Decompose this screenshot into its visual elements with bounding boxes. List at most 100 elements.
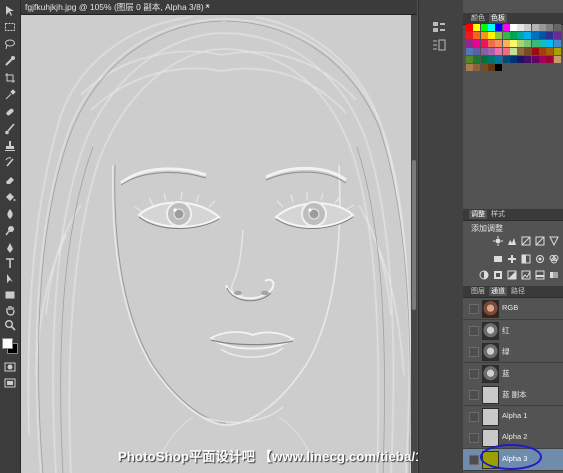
color-swatch[interactable] <box>480 48 488 55</box>
color-swatch[interactable] <box>502 48 510 55</box>
photo-filter-icon[interactable] <box>535 254 545 264</box>
color-swatch[interactable] <box>466 48 473 55</box>
channel-row[interactable]: Alpha 1 <box>463 405 563 428</box>
move-tool-icon[interactable] <box>3 4 17 18</box>
color-swatch[interactable] <box>466 32 473 39</box>
document-tab[interactable]: fgjfkuhjkjh.jpg @ 105% (图层 0 副本, Alpha 3… <box>21 0 417 15</box>
color-swatch[interactable] <box>509 48 517 55</box>
color-swatch[interactable] <box>495 40 503 47</box>
type-tool-icon[interactable] <box>3 256 17 270</box>
color-swatch[interactable] <box>502 32 510 39</box>
color-swatch[interactable] <box>480 40 488 47</box>
color-swatch[interactable] <box>473 40 481 47</box>
foreground-color-swatch[interactable] <box>2 338 13 349</box>
canvas-image[interactable] <box>21 15 417 473</box>
color-swatch[interactable] <box>473 48 481 55</box>
healing-brush-tool-icon[interactable] <box>3 105 17 119</box>
eyedropper-tool-icon[interactable] <box>3 88 17 102</box>
color-swatch[interactable] <box>553 48 561 55</box>
threshold-icon[interactable] <box>535 270 545 280</box>
clone-stamp-tool-icon[interactable] <box>3 139 17 153</box>
marquee-tool-icon[interactable] <box>3 20 17 34</box>
color-swatch[interactable] <box>480 64 488 71</box>
tab-channels[interactable]: 通道 <box>489 287 507 296</box>
visibility-eye-icon[interactable] <box>469 304 479 314</box>
hue-saturation-icon[interactable] <box>493 254 503 264</box>
gradient-map-icon[interactable] <box>549 270 559 280</box>
tab-adjustments[interactable]: 调整 <box>469 210 487 219</box>
visibility-eye-icon[interactable] <box>469 347 479 357</box>
color-swatch[interactable] <box>495 64 503 71</box>
brush-tool-icon[interactable] <box>3 122 17 136</box>
crop-tool-icon[interactable] <box>3 71 17 85</box>
color-swatch[interactable] <box>531 24 539 31</box>
tab-swatches[interactable]: 色板 <box>489 14 507 23</box>
color-swatch[interactable] <box>495 32 503 39</box>
visibility-eye-icon[interactable] <box>469 325 479 336</box>
tab-paths[interactable]: 路径 <box>509 287 527 296</box>
channel-row[interactable]: 绿 <box>463 341 563 363</box>
color-lookup-icon[interactable] <box>493 270 503 280</box>
color-balance-icon[interactable] <box>507 254 517 264</box>
channel-mixer-icon[interactable] <box>549 254 559 264</box>
color-swatch[interactable] <box>517 56 525 63</box>
close-tab-icon[interactable]: × <box>205 1 210 11</box>
quick-select-tool-icon[interactable] <box>3 54 17 68</box>
invert-icon[interactable] <box>507 270 517 280</box>
color-swatch[interactable] <box>517 32 525 39</box>
color-swatch[interactable] <box>517 24 525 31</box>
color-swatch[interactable] <box>524 24 532 31</box>
color-swatch[interactable] <box>531 48 539 55</box>
color-swatch[interactable] <box>539 48 546 55</box>
color-swatch[interactable] <box>495 24 503 31</box>
color-swatch[interactable] <box>495 56 503 63</box>
scrollbar-thumb[interactable] <box>412 160 416 310</box>
color-swatch[interactable] <box>509 24 517 31</box>
color-swatch[interactable] <box>524 32 532 39</box>
color-swatch[interactable] <box>539 24 546 31</box>
color-swatch[interactable] <box>466 24 473 31</box>
history-brush-tool-icon[interactable] <box>3 156 17 170</box>
color-swatch[interactable] <box>502 56 510 63</box>
paint-bucket-tool-icon[interactable] <box>3 190 17 204</box>
black-white-icon[interactable] <box>521 254 531 264</box>
color-swatch[interactable] <box>502 24 510 31</box>
color-swatch[interactable] <box>473 64 481 71</box>
color-swatch[interactable] <box>466 64 473 71</box>
color-swatch[interactable] <box>487 32 495 39</box>
visibility-eye-icon[interactable] <box>469 368 479 379</box>
color-swatch[interactable] <box>546 40 554 47</box>
posterize-icon[interactable] <box>521 270 531 280</box>
eraser-tool-icon[interactable] <box>3 173 17 187</box>
color-swatch[interactable] <box>546 32 554 39</box>
quick-mask-icon[interactable] <box>3 360 17 374</box>
color-swatch[interactable] <box>487 40 495 47</box>
dodge-tool-icon[interactable] <box>3 224 17 238</box>
color-swatch[interactable] <box>509 40 517 47</box>
color-swatch[interactable] <box>509 32 517 39</box>
color-swatch[interactable] <box>495 48 503 55</box>
visibility-eye-icon[interactable] <box>469 390 479 400</box>
exposure-icon[interactable] <box>535 236 545 246</box>
hand-tool-icon[interactable] <box>3 303 17 317</box>
color-swatch[interactable] <box>502 40 510 47</box>
color-swatch[interactable] <box>487 24 495 31</box>
color-swatch[interactable] <box>487 64 495 71</box>
channel-row[interactable]: 蓝 <box>463 362 563 385</box>
channel-row[interactable]: 蓝 副本 <box>463 384 563 406</box>
color-swatch[interactable] <box>531 32 539 39</box>
rectangle-tool-icon[interactable] <box>3 288 17 302</box>
color-swatch[interactable] <box>524 56 532 63</box>
tab-layers[interactable]: 图层 <box>469 287 487 296</box>
color-swatch[interactable] <box>473 24 481 31</box>
color-swatch[interactable] <box>487 56 495 63</box>
brightness-icon[interactable] <box>493 236 503 246</box>
color-swatch[interactable] <box>517 40 525 47</box>
visibility-eye-icon[interactable] <box>469 454 479 465</box>
lasso-tool-icon[interactable] <box>3 37 17 51</box>
color-swatch[interactable] <box>473 32 481 39</box>
selective-color-icon[interactable] <box>479 270 489 280</box>
color-swatch[interactable] <box>524 40 532 47</box>
color-swatch[interactable] <box>531 40 539 47</box>
channel-row[interactable]: 红 <box>463 319 563 342</box>
